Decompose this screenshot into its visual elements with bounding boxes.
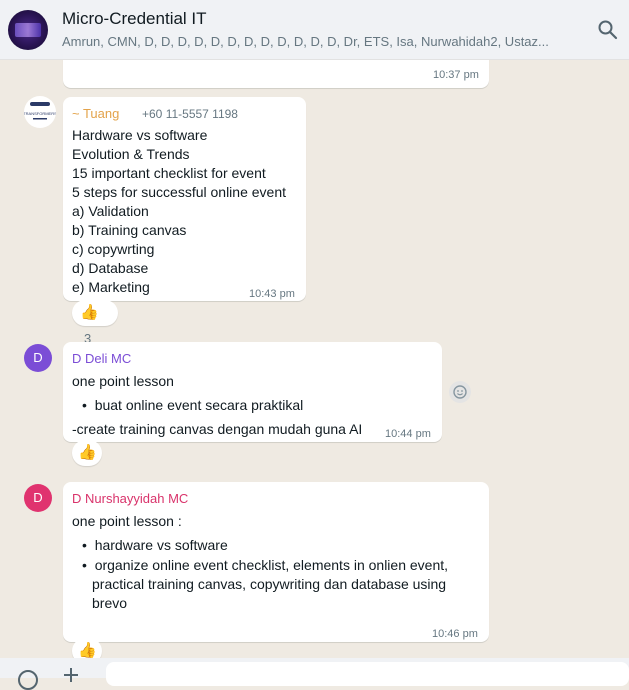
group-avatar[interactable] [8,10,48,50]
message-time: 10:43 pm [249,288,295,300]
search-icon[interactable] [596,18,620,42]
message-line: 15 important checklist for event [72,165,266,181]
message-line: Evolution & Trends [72,146,190,162]
sender-name[interactable]: D Deli MC [72,351,131,366]
chat-header[interactable]: Micro-Credential IT Amrun, CMN, D, D, D,… [0,0,629,60]
attach-icon[interactable] [64,668,78,682]
message-line: d) Database [72,260,149,276]
message-line: c) copywrting [72,241,155,257]
emoji-react-icon[interactable] [449,381,471,403]
bullet-text: hardware vs software [94,537,228,553]
message-line: one point lesson : [72,513,182,529]
reaction-badge[interactable]: 👍 3 [72,300,118,346]
message-bubble[interactable]: D Nurshayyidah MC one point lesson : • h… [63,482,489,642]
thumbs-up-icon: 👍 [78,444,97,461]
message-bubble[interactable]: 10:37 pm [63,60,489,88]
message-line: Hardware vs software [72,127,208,143]
chat-area: 10:37 pm TRANSFORMERS ~ Tuang +60 11-555… [0,60,629,658]
tuang-logo-icon[interactable]: TRANSFORMERS [24,96,56,128]
group-title[interactable]: Micro-Credential IT [62,9,207,29]
avatar[interactable]: D [24,484,52,512]
group-members[interactable]: Amrun, CMN, D, D, D, D, D, D, D, D, D, D… [62,34,582,49]
sender-phone: +60 11-5557 1198 [142,107,238,121]
message-line: e) Marketing [72,279,150,295]
message-bubble[interactable]: D Deli MC one point lesson • buat online… [63,342,442,442]
message-input[interactable] [106,662,629,686]
message-time: 10:46 pm [432,628,478,640]
svg-text:TRANSFORMERS: TRANSFORMERS [24,111,56,116]
message-line: a) Validation [72,203,149,219]
reaction-badge[interactable]: 👍 [72,440,102,466]
thumbs-up-icon: 👍 [78,642,97,658]
bullet-item: • buat online event secara praktikal [82,397,304,413]
emoji-icon[interactable] [18,670,38,690]
sender-name[interactable]: ~ Tuang [72,106,119,121]
message-bubble[interactable]: ~ Tuang +60 11-5557 1198 Hardware vs sof… [63,97,306,301]
message-line: one point lesson [72,373,174,389]
message-line: -create training canvas dengan mudah gun… [72,421,363,437]
bullet-item: • organize online event checklist, eleme… [82,557,449,573]
avatar[interactable]: D [24,344,52,372]
reaction-badge[interactable]: 👍 [72,638,102,658]
bullet-text: organize online event checklist, element… [94,557,449,573]
sender-name[interactable]: D Nurshayyidah MC [72,491,188,506]
message-line: b) Training canvas [72,222,187,238]
message-line: 5 steps for successful online event [72,184,287,200]
thumbs-up-icon: 👍 [80,304,99,321]
message-time: 10:44 pm [385,428,431,440]
bullet-continuation: brevo [92,595,128,611]
bullet-item: • hardware vs software [82,537,228,553]
compose-bar [0,658,629,690]
bullet-continuation: practical training canvas, copywriting d… [92,576,447,592]
bullet-text: buat online event secara praktikal [94,397,304,413]
message-time: 10:37 pm [433,69,479,81]
